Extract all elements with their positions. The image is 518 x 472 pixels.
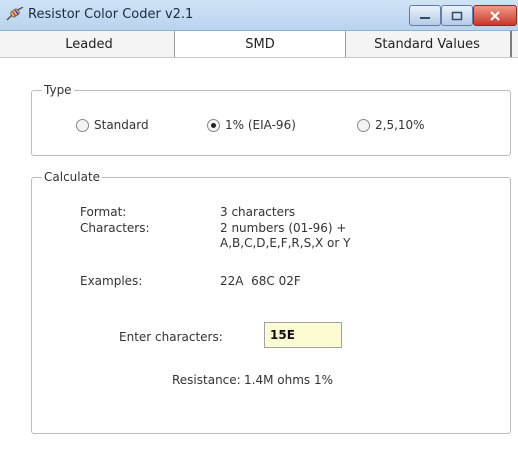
radio-eia96-label: 1% (EIA-96) [225,118,296,132]
minimize-button[interactable] [409,5,441,26]
characters-value-line2: A,B,C,D,E,F,R,S,X or Y [220,236,351,250]
minimize-icon [420,16,430,19]
tab-leaded[interactable]: Leaded [4,31,174,57]
radio-2-5-10[interactable]: 2,5,10% [357,118,425,132]
tab-divider [0,57,518,58]
tab-standard-values[interactable]: Standard Values [344,31,512,57]
calculate-group-legend: Calculate [42,170,103,184]
radio-eia96-circle[interactable] [207,118,220,132]
type-group: Type Standard 1% (EIA-96) 2,5,10% [31,83,511,156]
radio-standard-label: Standard [94,118,149,132]
close-button[interactable] [473,5,517,26]
radio-2-5-10-circle[interactable] [357,118,370,132]
maximize-icon [451,11,463,20]
enter-characters-label: Enter characters: [119,330,223,344]
radio-standard-circle[interactable] [76,118,89,132]
resistance-label: Resistance: [172,373,241,387]
type-group-legend: Type [42,83,74,97]
examples-label: Examples: [80,274,143,288]
resistor-app-icon [6,7,24,21]
characters-value-line1: 2 numbers (01-96) + [220,221,347,235]
maximize-button[interactable] [441,5,473,26]
examples-value: 22A 68C 02F [220,274,301,288]
title-bar: Resistor Color Coder v2.1 [0,0,518,31]
tab-smd[interactable]: SMD [174,31,346,58]
close-icon [490,10,500,21]
radio-2-5-10-label: 2,5,10% [375,118,425,132]
radio-standard[interactable]: Standard [76,118,149,132]
resistance-value: 1.4M ohms 1% [244,373,333,387]
radio-eia96[interactable]: 1% (EIA-96) [207,118,296,132]
window-title: Resistor Color Coder v2.1 [28,7,194,22]
characters-input[interactable] [264,322,342,348]
tab-bar: Leaded SMD Standard Values [0,31,518,58]
format-label: Format: [80,205,127,219]
format-value: 3 characters [220,205,296,219]
characters-label: Characters: [80,221,150,235]
